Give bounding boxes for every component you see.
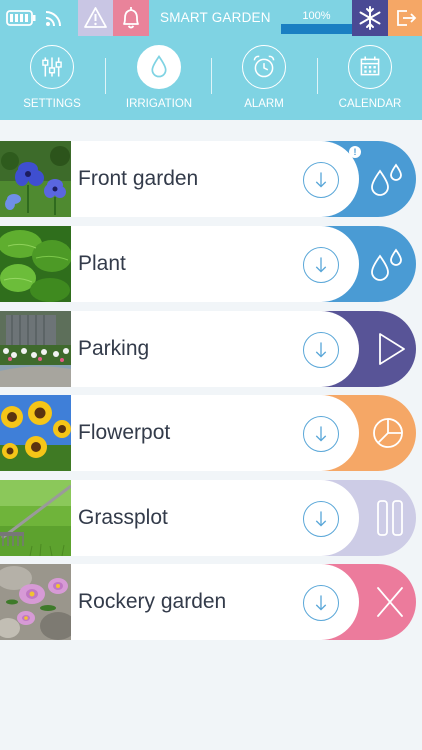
logout-button[interactable] [388,0,422,36]
download-arrow-icon [315,511,327,527]
notifications-button[interactable] [113,0,149,36]
zone-row[interactable]: Grassplot [0,480,422,556]
zone-card[interactable]: Grassplot [71,480,359,556]
zone-row[interactable]: Parking [0,311,422,387]
zone-card[interactable]: Flowerpot [71,395,359,471]
download-button[interactable] [303,162,339,198]
zone-card[interactable]: Parking [71,311,359,387]
water-level-indicator: 100% [281,4,352,34]
zone-image [0,311,71,387]
zone-name: Parking [78,337,150,360]
main-nav: SETTINGS IRRIGATION ALARM CALENDAR [0,36,422,120]
download-arrow-icon [315,426,327,442]
zone-image [0,395,71,471]
battery-icon [6,9,36,27]
tab-calendar-label: CALENDAR [338,98,402,110]
water-level-bar [281,24,352,34]
zone-image [0,226,71,302]
zone-card[interactable]: Plant [71,226,359,302]
zone-row[interactable]: Plant [0,226,422,302]
warning-button[interactable] [78,0,113,36]
zone-row[interactable]: Rockery garden [0,564,422,640]
status-bar: SMART GARDEN 100% [0,0,422,36]
zone-name: Plant [78,252,126,275]
zone-name: Grassplot [78,506,168,529]
tab-calendar[interactable]: CALENDAR [320,36,420,120]
tab-irrigation-label: IRRIGATION [125,98,193,110]
wifi-icon [44,8,66,28]
tab-settings[interactable]: SETTINGS [2,36,102,120]
tab-alarm-label: ALARM [244,98,284,110]
frost-mode-button[interactable] [352,0,388,36]
download-arrow-icon [315,172,327,188]
zone-card[interactable]: Front garden [71,141,359,217]
zone-row[interactable]: Flowerpot [0,395,422,471]
water-level-text: 100% [302,10,331,22]
download-arrow-icon [315,257,327,273]
alarm-clock-icon [242,45,286,89]
calendar-icon [348,45,392,89]
warning-icon [84,7,107,28]
zone-card[interactable]: Rockery garden [71,564,359,640]
download-button[interactable] [303,416,339,452]
zone-image [0,480,71,556]
nav-divider [317,58,318,94]
download-button[interactable] [303,332,339,368]
download-arrow-icon [315,342,327,358]
zone-name: Rockery garden [78,590,227,613]
download-button[interactable] [303,501,339,537]
download-button[interactable] [303,247,339,283]
download-button[interactable] [303,585,339,621]
tab-irrigation[interactable]: IRRIGATION [109,36,209,120]
zone-image [0,564,71,640]
zone-name: Front garden [78,167,199,190]
water-drop-icon [137,45,181,89]
nav-divider [211,58,212,94]
download-arrow-icon [315,595,327,611]
snowflake-icon [359,6,381,30]
zone-image [0,141,71,217]
exit-icon [397,10,417,26]
zone-row[interactable]: ! Front garden [0,141,422,217]
tab-alarm[interactable]: ALARM [214,36,314,120]
tab-settings-label: SETTINGS [23,98,81,110]
nav-divider [105,58,106,94]
bell-icon [123,7,139,29]
sliders-icon [30,45,74,89]
app-title: SMART GARDEN [160,10,271,25]
zone-name: Flowerpot [78,421,171,444]
